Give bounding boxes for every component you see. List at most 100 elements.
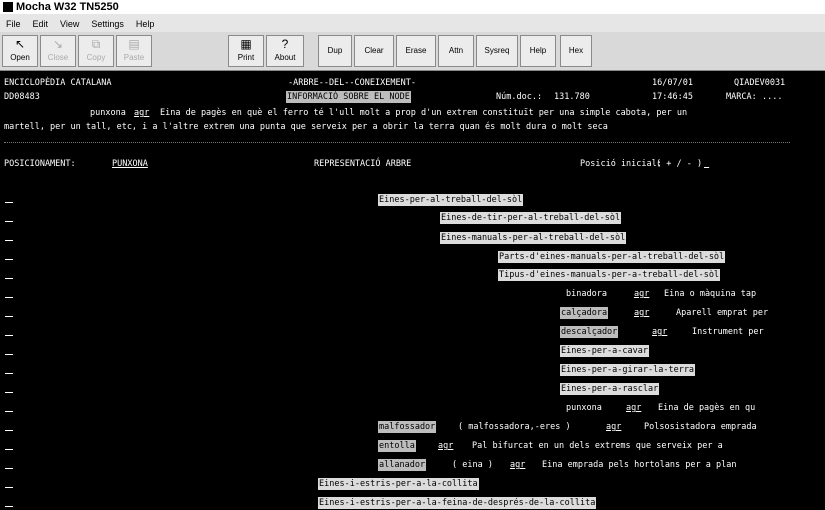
initial-position-label: Posició inicial: (580, 159, 662, 169)
doc-label: Núm.doc.: (496, 92, 543, 102)
row-selector[interactable] (5, 297, 13, 298)
close-button[interactable]: ↘ Close (40, 35, 76, 67)
row-selector[interactable] (5, 506, 13, 507)
hex-button[interactable]: Hex (560, 35, 592, 67)
menu-help[interactable]: Help (130, 15, 161, 33)
menu-settings[interactable]: Settings (85, 15, 130, 33)
tree-node[interactable]: Eines-i-estris-per-a-la-feina-de-després… (318, 497, 597, 509)
clear-button[interactable]: Clear (354, 35, 394, 67)
window-title: Mocha W32 TN5250 (16, 1, 119, 13)
tree-leaf-term[interactable]: binadora (566, 288, 607, 300)
dup-button[interactable]: Dup (318, 35, 352, 67)
attn-button[interactable]: Attn (438, 35, 474, 67)
erase-button[interactable]: Erase (396, 35, 436, 67)
open-button[interactable]: ↖ Open (2, 35, 38, 67)
tree-node[interactable]: Tipus-d'eines-manuals-per-a-treball-del-… (498, 269, 721, 281)
tree-leaf-variants: ( eina ) (452, 460, 493, 470)
row-selector[interactable] (5, 354, 13, 355)
tree-leaf-ref: agr (626, 403, 642, 413)
header-left: ENCICLOPÈDIA CATALANA (4, 78, 112, 88)
tree-node[interactable]: Eines-manuals-per-al-treball-del-sòl (440, 232, 627, 244)
initial-position-hint: ( + / - ) (656, 159, 703, 169)
row-selector[interactable] (5, 449, 13, 450)
tree-node[interactable]: Eines-per-a-cavar (560, 345, 649, 357)
tree-leaf-term[interactable]: entolla (378, 440, 416, 452)
tree-leaf-term[interactable]: calçadora (560, 307, 609, 319)
definition-line-2: martell, per un tall, etc, i a l'altre e… (4, 122, 608, 132)
tree-leaf-term[interactable]: allanador (378, 459, 427, 471)
tree-leaf-ref: agr (606, 422, 622, 432)
help-button[interactable]: Help (520, 35, 556, 67)
tree-node[interactable]: Eines-per-a-girar-la-terra (560, 364, 696, 376)
row-selector[interactable] (5, 316, 13, 317)
tree-node[interactable]: Eines-de-tir-per-al-treball-del-sòl (440, 212, 622, 224)
marca-value[interactable]: .... (762, 91, 782, 103)
definition-term: punxona (90, 108, 126, 118)
menu-edit[interactable]: Edit (27, 15, 55, 33)
printer-icon: ▦ (240, 37, 252, 51)
info-title: INFORMACIÓ SOBRE EL NODE (286, 91, 411, 103)
doc-number: 131.780 (554, 92, 590, 102)
row-selector[interactable] (5, 259, 13, 260)
print-button[interactable]: ▦ Print (228, 35, 264, 67)
paste-button[interactable]: ▤ Paste (116, 35, 152, 67)
open-icon: ↖ (14, 37, 26, 51)
row-selector[interactable] (5, 221, 13, 222)
header-code: QIADEV0031 (734, 78, 786, 88)
row-selector[interactable] (5, 202, 13, 203)
row-selector[interactable] (5, 392, 13, 393)
close-icon: ↘ (52, 37, 64, 51)
menu-view[interactable]: View (54, 15, 85, 33)
row-selector[interactable] (5, 373, 13, 374)
tree-leaf-def: Polsosistadora emprada (644, 422, 757, 432)
tree-representation-label: REPRESENTACIÓ ARBRE (314, 159, 412, 169)
header-date: 16/07/01 (652, 78, 693, 88)
row-selector[interactable] (5, 278, 13, 279)
title-bar: Mocha W32 TN5250 (0, 0, 825, 14)
tree-leaf-def: Eina de pagès en qu (658, 403, 756, 413)
menu-file[interactable]: File (0, 15, 27, 33)
copy-button[interactable]: ⧉ Copy (78, 35, 114, 67)
tree-node[interactable]: Eines-i-estris-per-a-la-collita (318, 478, 479, 490)
tree-node[interactable]: Parts-d'eines-manuals-per-al-treball-del… (498, 251, 726, 263)
tree-leaf-term[interactable]: malfossador (378, 421, 437, 433)
paste-icon: ▤ (128, 37, 140, 51)
tree-leaf-ref: agr (634, 308, 650, 318)
marca-label: MARCA: (726, 92, 757, 102)
row-selector[interactable] (5, 430, 13, 431)
time: 17:46:45 (652, 92, 693, 102)
definition-ref: agr (134, 108, 150, 118)
tree-leaf-def: Pal bifurcat en un dels extrems que serv… (472, 441, 723, 451)
definition-line-1: Eina de pagès en què el ferro té l'ull m… (160, 108, 688, 118)
tree-leaf-ref: agr (634, 289, 650, 299)
row-selector[interactable] (5, 335, 13, 336)
separator (4, 142, 790, 143)
row-selector[interactable] (5, 411, 13, 412)
initial-position-input[interactable] (704, 158, 740, 170)
menu-bar: File Edit View Settings Help (0, 14, 825, 33)
tree-node[interactable]: Eines-per-al-treball-del-sòl (378, 194, 524, 206)
app-icon (3, 2, 13, 12)
tree-leaf-ref: agr (652, 327, 668, 337)
about-button[interactable]: ? About (266, 35, 304, 67)
sysreq-button[interactable]: Sysreq (476, 35, 518, 67)
tree-leaf-def: Aparell emprat per (676, 308, 769, 318)
tree-leaf-def: Eina emprada pels hortolans per a plan (542, 460, 737, 470)
tree-leaf-def: Instrument per (692, 327, 764, 337)
header-center: -ARBRE--DEL--CONEIXEMENT- (288, 78, 416, 88)
toolbar: ↖ Open ↘ Close ⧉ Copy ▤ Paste ▦ Print ? About … (0, 32, 825, 71)
row-selector[interactable] (5, 240, 13, 241)
ws-id: DD08483 (4, 92, 40, 102)
terminal-screen[interactable]: ENCICLOPÈDIA CATALANA -ARBRE--DEL--CONEI… (0, 71, 825, 510)
tree-leaf-def: Eina o màquina tap (664, 289, 757, 299)
position-input[interactable]: PUNXONA (112, 158, 292, 170)
about-icon: ? (281, 37, 289, 51)
row-selector[interactable] (5, 468, 13, 469)
tree-leaf-term[interactable]: descalçador (560, 326, 619, 338)
row-selector[interactable] (5, 487, 13, 488)
tree-node[interactable]: Eines-per-a-rasclar (560, 383, 660, 395)
position-label: POSICIONAMENT: (4, 159, 76, 169)
tree-leaf-variants: ( malfossadora,-eres ) (458, 422, 571, 432)
tree-leaf-ref: agr (510, 460, 526, 470)
tree-leaf-term[interactable]: punxona (566, 402, 602, 414)
